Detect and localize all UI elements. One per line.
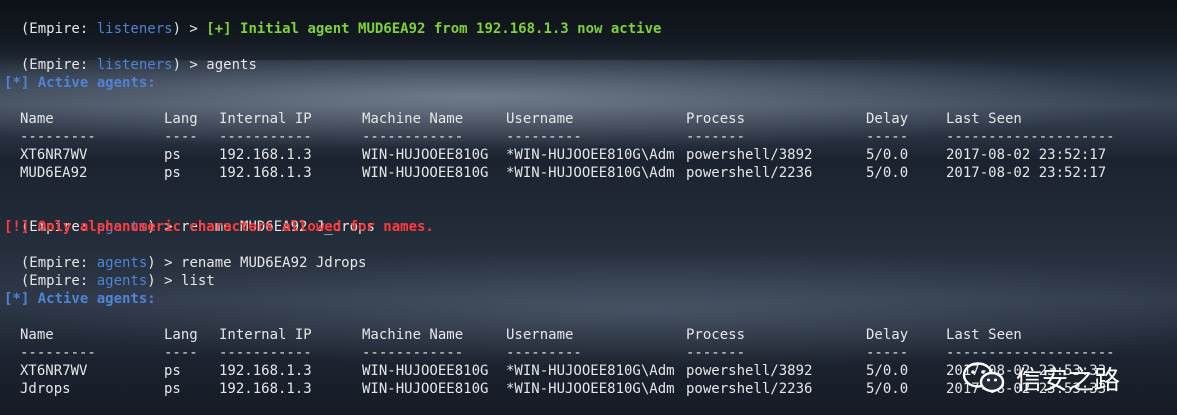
- col-process: powershell/2236: [686, 165, 813, 181]
- prompt-context: listeners: [96, 57, 173, 73]
- col-last-seen: --------------------: [946, 129, 1115, 145]
- col-internal-ip: 192.168.1.3: [219, 165, 312, 181]
- col-process: Process: [686, 327, 746, 343]
- col-username: *WIN-HUJOOEE810G\Adm: [506, 165, 675, 181]
- terminal-line-agents-command: (Empire: listeners) > agents: [4, 38, 257, 73]
- col-process: Process: [686, 111, 746, 127]
- col-lang: ----: [164, 129, 198, 145]
- terminal-line-agent-active: (Empire: listeners) > [+] Initial agent …: [4, 2, 662, 37]
- col-internal-ip: -----------: [219, 129, 312, 145]
- terminal-line-rename-2: (Empire: agents) > rename MUD6EA92 Jdrop…: [4, 236, 367, 271]
- col-delay: 5/0.0: [866, 381, 909, 397]
- col-name: ---------: [20, 129, 96, 145]
- col-process: -------: [686, 345, 746, 361]
- prompt-context: agents: [96, 273, 148, 289]
- terminal-line-rename-1: (Empire: agents) > rename MUD6EA92 J_dro…: [4, 200, 375, 235]
- col-username: *WIN-HUJOOEE810G\Adm: [506, 381, 675, 397]
- col-lang: ps: [164, 165, 181, 181]
- col-machine-name: WIN-HUJOOEE810G: [362, 147, 489, 163]
- col-name: Name: [20, 111, 54, 127]
- col-internal-ip: Internal IP: [219, 111, 312, 127]
- prompt-prefix: (Empire:: [20, 21, 97, 37]
- col-username: *WIN-HUJOOEE810G\Adm: [506, 147, 675, 163]
- col-name: MUD6EA92: [20, 165, 88, 181]
- col-machine-name: ------------: [362, 129, 464, 145]
- col-delay: Delay: [866, 111, 909, 127]
- col-internal-ip: -----------: [219, 345, 312, 361]
- col-name: ---------: [20, 345, 96, 361]
- col-last-seen: Last Seen: [946, 111, 1022, 127]
- col-last-seen: 2017-08-02 23:52:17: [946, 165, 1107, 181]
- col-delay: Delay: [866, 327, 909, 343]
- col-name: XT6NR7WV: [20, 363, 88, 379]
- col-internal-ip: Internal IP: [219, 327, 312, 343]
- col-name: Name: [20, 327, 54, 343]
- col-username: *WIN-HUJOOEE810G\Adm: [506, 363, 675, 379]
- prompt-suffix: ) >: [172, 57, 207, 73]
- watermark-text: 信安之路: [1016, 365, 1121, 396]
- col-username: Username: [506, 111, 574, 127]
- col-username: ---------: [506, 345, 582, 361]
- col-process: powershell/3892: [686, 363, 813, 379]
- col-machine-name: Machine Name: [362, 111, 464, 127]
- prompt-prefix: (Empire:: [20, 273, 97, 289]
- active-agents-header: [*] Active agents:: [4, 291, 156, 307]
- col-name: Jdrops: [20, 381, 71, 397]
- col-lang: ps: [164, 147, 181, 163]
- col-machine-name: ------------: [362, 345, 464, 361]
- col-delay: 5/0.0: [866, 147, 909, 163]
- col-name: XT6NR7WV: [20, 147, 88, 163]
- col-machine-name: Machine Name: [362, 327, 464, 343]
- command-text: list: [181, 273, 215, 289]
- watermark: 信安之路: [962, 358, 1172, 398]
- col-internal-ip: 192.168.1.3: [219, 147, 312, 163]
- col-delay: 5/0.0: [866, 363, 909, 379]
- col-internal-ip: 192.168.1.3: [219, 363, 312, 379]
- col-lang: ----: [164, 345, 198, 361]
- col-lang: Lang: [164, 111, 198, 127]
- col-internal-ip: 192.168.1.3: [219, 381, 312, 397]
- prompt-prefix: (Empire:: [20, 57, 97, 73]
- error-message: [!] Only alphanumeric characters allowed…: [4, 219, 434, 235]
- command-text: agents: [206, 57, 257, 73]
- active-agents-header: [*] Active agents:: [4, 75, 156, 91]
- prompt-suffix: ) >: [172, 21, 207, 37]
- col-last-seen: Last Seen: [946, 327, 1022, 343]
- col-username: ---------: [506, 129, 582, 145]
- col-delay: -----: [866, 345, 909, 361]
- wechat-icon: [962, 362, 1005, 393]
- col-username: Username: [506, 327, 574, 343]
- col-delay: 5/0.0: [866, 165, 909, 181]
- col-machine-name: WIN-HUJOOEE810G: [362, 165, 489, 181]
- col-delay: -----: [866, 129, 909, 145]
- col-lang: Lang: [164, 327, 198, 343]
- prompt-context: listeners: [96, 21, 173, 37]
- success-message: [+] Initial agent MUD6EA92 from 192.168.…: [206, 21, 662, 37]
- col-machine-name: WIN-HUJOOEE810G: [362, 363, 489, 379]
- prompt-suffix: ) >: [147, 273, 182, 289]
- col-process: powershell/3892: [686, 147, 813, 163]
- col-lang: ps: [164, 381, 181, 397]
- terminal-line-list: (Empire: agents) > list: [4, 254, 215, 289]
- col-machine-name: WIN-HUJOOEE810G: [362, 381, 489, 397]
- col-last-seen: 2017-08-02 23:52:17: [946, 147, 1107, 163]
- col-lang: ps: [164, 363, 181, 379]
- col-process: powershell/2236: [686, 381, 813, 397]
- col-process: -------: [686, 129, 746, 145]
